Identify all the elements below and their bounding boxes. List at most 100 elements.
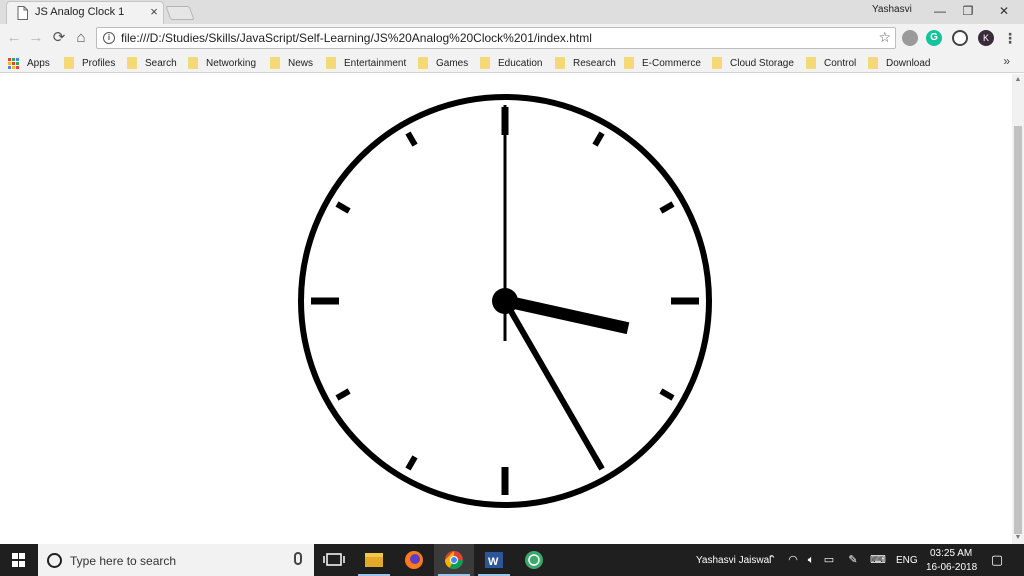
scroll-down-icon[interactable]: ▼: [1014, 534, 1022, 542]
battery-icon[interactable]: ▭: [822, 553, 836, 567]
chevron-up-icon[interactable]: ⌃: [766, 553, 778, 567]
bookmark-folder[interactable]: Search: [127, 55, 177, 71]
close-window-button[interactable]: ✕: [994, 2, 1014, 20]
chrome-icon: [445, 551, 463, 570]
forward-button[interactable]: →: [26, 28, 46, 48]
bookmark-label: Research: [573, 57, 616, 69]
firefox-button[interactable]: [394, 544, 434, 576]
minimize-button[interactable]: —: [930, 2, 950, 20]
search-placeholder: Type here to search: [70, 554, 177, 568]
browser-tab[interactable]: JS Analog Clock 1 ×: [6, 1, 164, 24]
bookmark-folder[interactable]: Download: [868, 55, 930, 71]
folder-icon: [806, 57, 816, 69]
folder-icon: [64, 57, 74, 69]
wifi-icon[interactable]: ◠: [786, 553, 800, 567]
bookmark-label: Entertainment: [344, 57, 407, 69]
bookmark-label: Cloud Storage: [730, 57, 794, 69]
microphone-icon[interactable]: [294, 552, 302, 565]
taskbar-search[interactable]: Type here to search: [38, 544, 314, 576]
folder-icon: [624, 57, 634, 69]
title-bar: JS Analog Clock 1 × Yashasvi — ❐ ✕: [0, 0, 1024, 24]
bookmark-folder[interactable]: E-Commerce: [624, 55, 701, 71]
browser-toolbar: ← → ⟳ ⌂ i file:///D:/Studies/Skills/Java…: [0, 24, 1024, 52]
new-tab-button[interactable]: [165, 6, 195, 20]
keyboard-icon[interactable]: ⌨: [868, 553, 888, 567]
bookmark-folder[interactable]: Education: [480, 55, 542, 71]
bookmark-label: Download: [886, 57, 931, 69]
bookmark-folder[interactable]: Cloud Storage: [712, 55, 794, 71]
bookmark-label: News: [288, 57, 314, 69]
svg-text:W: W: [488, 556, 499, 568]
reload-button[interactable]: ⟳: [49, 28, 69, 48]
page-icon: [17, 6, 28, 20]
folder-icon: [555, 57, 565, 69]
folder-icon: [365, 553, 383, 567]
word-icon: W: [485, 552, 503, 568]
clock-time[interactable]: 03:25 AM: [930, 548, 972, 559]
bookmark-label: Apps: [27, 57, 50, 69]
pen-icon[interactable]: ✎: [846, 553, 860, 567]
bookmark-apps[interactable]: Apps: [8, 55, 50, 71]
notifications-icon[interactable]: ▢: [988, 553, 1006, 567]
folder-icon: [326, 57, 336, 69]
start-button[interactable]: [0, 544, 38, 576]
app-icon: [525, 551, 543, 569]
volume-icon[interactable]: 🔈︎: [804, 553, 818, 567]
bookmark-star-icon[interactable]: ☆: [878, 29, 891, 46]
app-button[interactable]: [514, 544, 554, 576]
restore-button[interactable]: ❐: [958, 2, 978, 20]
bookmark-folder[interactable]: Entertainment: [326, 55, 406, 71]
bookmark-folder[interactable]: Control: [806, 55, 856, 71]
bookmarks-bar: Apps Profiles Search Networking News Ent…: [0, 52, 1024, 73]
profile-extension-icon[interactable]: K: [978, 30, 994, 46]
bookmark-folder[interactable]: Profiles: [64, 55, 115, 71]
bookmark-label: E-Commerce: [642, 57, 701, 69]
task-view-icon: [323, 553, 345, 566]
bookmark-label: Networking: [206, 57, 257, 69]
bookmark-label: Control: [824, 57, 857, 69]
extension-globe-icon[interactable]: [902, 30, 918, 46]
address-bar[interactable]: i file:///D:/Studies/Skills/JavaScript/S…: [96, 27, 896, 49]
windows-taskbar: Type here to search W Yashasvi Jaiswal ⌃…: [0, 544, 1024, 576]
folder-icon: [868, 57, 878, 69]
scrollbar-thumb[interactable]: [1014, 126, 1022, 534]
chrome-button[interactable]: [434, 544, 474, 576]
folder-icon: [127, 57, 137, 69]
language-indicator[interactable]: ENG: [896, 555, 918, 566]
scroll-up-icon[interactable]: ▲: [1014, 76, 1022, 84]
analog-clock: [298, 94, 712, 508]
bookmark-folder[interactable]: Research: [555, 55, 616, 71]
page-content: [0, 74, 1012, 544]
tab-title: JS Analog Clock 1: [35, 6, 125, 18]
folder-icon: [480, 57, 490, 69]
sync-extension-icon[interactable]: [952, 30, 968, 46]
close-tab-icon[interactable]: ×: [147, 5, 161, 19]
page-scrollbar[interactable]: ▲ ▼: [1012, 74, 1024, 544]
profile-name[interactable]: Yashasvi: [872, 4, 912, 15]
menu-icon[interactable]: ⋮: [1000, 28, 1020, 48]
word-button[interactable]: W: [474, 544, 514, 576]
folder-icon: [188, 57, 198, 69]
windows-logo-icon: [12, 553, 26, 567]
bookmark-folder[interactable]: News: [270, 55, 313, 71]
home-button[interactable]: ⌂: [71, 28, 91, 48]
bookmark-label: Games: [436, 57, 469, 69]
cortana-icon: [47, 553, 62, 568]
task-view-button[interactable]: [314, 544, 354, 576]
bookmark-label: Profiles: [82, 57, 116, 69]
taskbar-user-name[interactable]: Yashasvi Jaiswal: [696, 555, 771, 566]
bookmark-label: Education: [498, 57, 543, 69]
firefox-icon: [405, 551, 423, 569]
folder-icon: [418, 57, 428, 69]
file-explorer-button[interactable]: [354, 544, 394, 576]
grammarly-icon[interactable]: G: [926, 30, 942, 46]
more-bookmarks-icon[interactable]: »: [1003, 54, 1010, 68]
bookmark-folder[interactable]: Games: [418, 55, 468, 71]
info-icon[interactable]: i: [103, 32, 115, 44]
bookmark-folder[interactable]: Networking: [188, 55, 256, 71]
clock-center-pin: [492, 288, 518, 314]
back-button[interactable]: ←: [4, 28, 24, 48]
url-text[interactable]: file:///D:/Studies/Skills/JavaScript/Sel…: [121, 31, 592, 45]
clock-date[interactable]: 16-06-2018: [926, 562, 977, 573]
apps-grid-icon: [8, 57, 19, 69]
